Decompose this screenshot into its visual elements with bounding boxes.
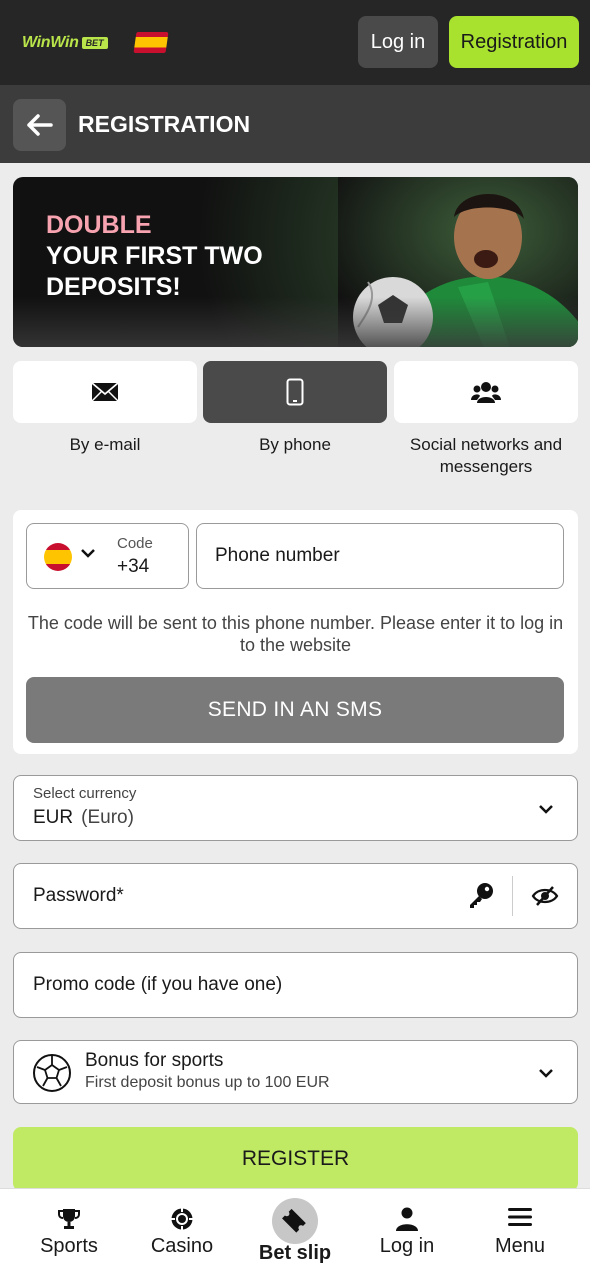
phone-registration-card: Code +34 The code will be sent to this p… [13, 510, 578, 754]
tab-by-email[interactable] [13, 361, 197, 423]
phone-number-input[interactable] [196, 523, 564, 589]
banner-headline-line1: DOUBLE [46, 211, 152, 239]
code-value: +34 [117, 556, 150, 577]
nav-menu[interactable]: Menu [461, 1189, 579, 1280]
password-field [13, 863, 578, 929]
spain-flag-icon[interactable] [133, 32, 169, 53]
nav-sports[interactable]: Sports [10, 1189, 128, 1280]
tab-social-networks-label[interactable]: Social networks and messengers [394, 434, 578, 478]
promo-code-input[interactable] [14, 953, 577, 1017]
chevron-down-icon [539, 805, 553, 814]
nav-casino-label: Casino [150, 1235, 214, 1257]
registration-button[interactable]: Registration [449, 16, 579, 68]
divider [512, 876, 513, 916]
banner-glow [13, 297, 578, 347]
chevron-down-icon [81, 549, 95, 558]
nav-menu-label: Menu [494, 1235, 546, 1257]
ticket-icon [282, 1208, 306, 1233]
password-input[interactable] [14, 864, 454, 928]
envelope-icon [91, 382, 119, 402]
menu-icon [508, 1208, 532, 1226]
casino-chip-icon [171, 1208, 193, 1230]
arrow-left-icon [26, 114, 53, 136]
phone-icon [286, 378, 304, 406]
page-title: REGISTRATION [78, 111, 251, 137]
bottom-navigation: Sports Casino Bet slip Log in Menu [0, 1188, 590, 1280]
currency-label: Select currency [33, 785, 137, 802]
key-icon[interactable] [467, 882, 495, 910]
nav-bet-slip-label: Bet slip [258, 1242, 332, 1264]
bonus-select[interactable]: Bonus for sports First deposit bonus up … [13, 1040, 578, 1104]
currency-code: EUR [33, 807, 74, 828]
page-title-bar: REGISTRATION [0, 85, 590, 163]
eye-slash-icon[interactable] [531, 884, 559, 908]
banner-headline-line3: DEPOSITS! [46, 273, 181, 301]
tab-by-phone[interactable] [203, 361, 387, 423]
spain-flag-icon [44, 543, 72, 571]
tab-social-networks[interactable] [394, 361, 578, 423]
nav-login[interactable]: Log in [348, 1189, 466, 1280]
top-header: WinWin BET Log in Registration [0, 0, 590, 85]
currency-value: EUR (Euro) [33, 807, 134, 829]
country-code-selector[interactable]: Code +34 [26, 523, 189, 589]
logo[interactable]: WinWin BET [22, 34, 108, 52]
tab-by-email-label[interactable]: By e-mail [13, 434, 197, 456]
currency-select[interactable]: Select currency EUR (Euro) [13, 775, 578, 841]
users-icon [471, 382, 501, 403]
bet-slip-bubble [272, 1198, 318, 1244]
logo-text: WinWin [22, 34, 79, 51]
back-button[interactable] [13, 99, 66, 151]
soccer-ball-icon [33, 1054, 71, 1092]
register-button[interactable]: REGISTER [13, 1127, 578, 1191]
promo-code-field [13, 952, 578, 1018]
send-sms-button[interactable]: SEND IN AN SMS [26, 677, 564, 743]
bonus-subtitle: First deposit bonus up to 100 EUR [85, 1074, 330, 1091]
trophy-icon [58, 1209, 80, 1229]
code-label: Code [117, 535, 153, 552]
user-icon [396, 1207, 418, 1231]
nav-casino[interactable]: Casino [123, 1189, 241, 1280]
promo-banner[interactable]: DOUBLE YOUR FIRST TWO DEPOSITS! [13, 177, 578, 347]
sms-hint-text: The code will be sent to this phone numb… [27, 613, 564, 655]
currency-name: (Euro) [81, 807, 134, 828]
banner-headline-line2: YOUR FIRST TWO [46, 242, 263, 270]
nav-login-label: Log in [379, 1235, 435, 1257]
login-button[interactable]: Log in [358, 16, 438, 68]
logo-badge: BET [81, 37, 108, 49]
nav-sports-label: Sports [40, 1235, 98, 1257]
nav-bet-slip[interactable]: Bet slip [236, 1189, 354, 1280]
chevron-down-icon [539, 1069, 553, 1078]
bonus-title: Bonus for sports [85, 1050, 224, 1071]
tab-by-phone-label[interactable]: By phone [203, 434, 387, 456]
